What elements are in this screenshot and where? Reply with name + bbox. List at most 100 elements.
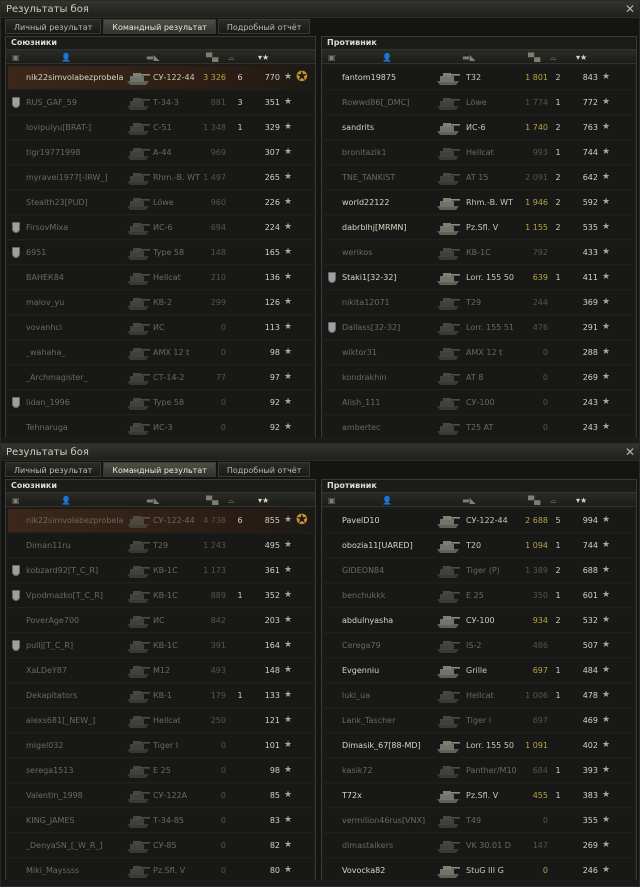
damage-value: 697: [532, 666, 548, 675]
player-row[interactable]: FirsovMixa ИС-6 694 224 ★: [8, 216, 313, 240]
xp-star-icon[interactable]: ▾★: [576, 53, 587, 62]
tab-detailed-report[interactable]: Подробный отчёт: [217, 462, 311, 477]
tank-icon[interactable]: ▬◣: [462, 53, 476, 62]
platoon-icon[interactable]: ▣: [12, 53, 20, 62]
player-icon[interactable]: 👤: [61, 53, 71, 62]
tab-personal-result[interactable]: Личный результат: [5, 19, 102, 34]
tab-team-result[interactable]: Командный результат: [103, 462, 216, 477]
player-row[interactable]: dimastalkers VK 30.01 D 147 269 ★: [324, 834, 634, 858]
close-icon[interactable]: ✕: [625, 445, 635, 459]
tab-team-result[interactable]: Командный результат: [103, 19, 216, 34]
damage-icon[interactable]: ▀▄: [206, 496, 218, 505]
xp-star-icon[interactable]: ▾★: [576, 496, 587, 505]
player-row[interactable]: kasik72 Panther/M10 684 1 393 ★: [324, 759, 634, 783]
player-row[interactable]: obozia11[UARED] T20 1 094 1 744 ★: [324, 534, 634, 558]
player-row[interactable]: luki_ua Hellcat 1 006 1 478 ★: [324, 684, 634, 708]
player-row[interactable]: Dekapitators КВ-1 179 1 133 ★: [8, 684, 313, 708]
tank-icon[interactable]: ▬◣: [462, 496, 476, 505]
frags-icon[interactable]: ⌓: [228, 496, 234, 506]
player-row[interactable]: benchukkk E 25 350 1 601 ★: [324, 584, 634, 608]
player-row[interactable]: _wahaha_ AMX 12 t 0 98 ★: [8, 341, 313, 365]
player-row[interactable]: lovipulyu[BRAT-] С-51 1 348 1 329 ★: [8, 116, 313, 140]
damage-icon[interactable]: ▀▄: [528, 496, 540, 505]
player-row[interactable]: RUS_GAF_59 Т-34-3 881 3 351 ★: [8, 91, 313, 115]
player-row[interactable]: Staki1[32-32] Lorr. 155 50 639 1 411 ★: [324, 266, 634, 290]
player-row[interactable]: pullj[T_C_R] КВ-1С 391 164 ★: [8, 634, 313, 658]
damage-icon[interactable]: ▀▄: [206, 53, 218, 62]
player-row[interactable]: 6951 Type 58 148 165 ★: [8, 241, 313, 265]
player-row[interactable]: bronitazik1 Hellcat 993 1 744 ★: [324, 141, 634, 165]
player-row[interactable]: world22122 Rhm.-B. WT 1 946 2 592 ★: [324, 191, 634, 215]
player-row[interactable]: myravei1977[-IRW_] Rhm.-B. WT 1 497 265 ★: [8, 166, 313, 190]
player-icon[interactable]: 👤: [382, 496, 392, 505]
player-row[interactable]: Alish_111 СУ-100 0 243 ★: [324, 391, 634, 415]
player-row[interactable]: alexs681[_NEW_] Hellcat 250 121 ★: [8, 709, 313, 733]
close-icon[interactable]: ✕: [625, 2, 635, 16]
player-row[interactable]: sandrits ИС-6 1 740 2 763 ★: [324, 116, 634, 140]
player-row[interactable]: tigr19771998 А-44 969 307 ★: [8, 141, 313, 165]
xp-star-icon[interactable]: ▾★: [258, 53, 269, 62]
player-row[interactable]: T72x Pz.Sfl. V 455 1 383 ★: [324, 784, 634, 808]
damage-value: 1 348: [203, 123, 226, 132]
player-row[interactable]: migel032 Tiger I 0 101 ★: [8, 734, 313, 758]
player-row[interactable]: Diman11ru T29 1 243 495 ★: [8, 534, 313, 558]
platoon-icon[interactable]: ▣: [328, 53, 336, 62]
frags-icon[interactable]: ⌓: [228, 53, 234, 63]
player-row[interactable]: _Archmagister_ СТ-14-2 77 97 ★: [8, 366, 313, 390]
xp-star-icon: ★: [284, 740, 293, 750]
xp-star-icon: ★: [602, 815, 611, 825]
player-row[interactable]: PavelD10 СУ-122-44 2 688 5 994 ★: [324, 509, 634, 533]
platoon-icon[interactable]: ▣: [328, 496, 336, 505]
player-icon[interactable]: 👤: [382, 53, 392, 62]
tab-detailed-report[interactable]: Подробный отчёт: [217, 19, 311, 34]
player-row[interactable]: Vpodmazko[T_C_R] КВ-1С 889 1 352 ★: [8, 584, 313, 608]
player-row[interactable]: kobzard92[T_C_R] КВ-1С 1 173 361 ★: [8, 559, 313, 583]
player-row[interactable]: dabrblhj[MRMN] Pz.Sfl. V1 155 2 535 ★: [324, 216, 634, 240]
player-row[interactable]: Dallass[32-32] Lorr. 155 51 476 291 ★: [324, 316, 634, 340]
frags-icon[interactable]: ⌓: [550, 53, 556, 63]
player-row[interactable]: Lank_Tascher Tiger I 697 469 ★: [324, 709, 634, 733]
player-row[interactable]: Evgenniu Grille 697 1 484 ★: [324, 659, 634, 683]
player-row[interactable]: Dimasik_67[88-MD] Lorr. 155 50 1 091 402 ★: [324, 734, 634, 758]
player-row[interactable]: nik22simvolabezprobela.. СУ-122-44 4 738 6 8…: [8, 509, 313, 533]
player-row[interactable]: kondrakhin AT 8 0 269 ★: [324, 366, 634, 390]
xp-value: 98: [269, 348, 280, 357]
player-row[interactable]: nik22simvolabezprobela.. СУ-122-44 3 326 6 7…: [8, 66, 313, 90]
tab-personal-result[interactable]: Личный результат: [5, 462, 102, 477]
player-row[interactable]: vermilion46rus[VNX] T49 0 355 ★: [324, 809, 634, 833]
player-row[interactable]: lidan_1996 Type 58 0 92 ★: [8, 391, 313, 415]
player-row[interactable]: XaLDeY87 M12 493 148 ★: [8, 659, 313, 683]
player-row[interactable]: serega1513 E 25 0 98 ★: [8, 759, 313, 783]
player-row[interactable]: Stealth23[PUD] Löwe 960 226 ★: [8, 191, 313, 215]
frags-icon[interactable]: ⌓: [550, 496, 556, 506]
xp-star-icon[interactable]: ▾★: [258, 496, 269, 505]
tank-icon[interactable]: ▬◣: [146, 53, 160, 62]
player-row[interactable]: wiktor31 AMX 12 t 0 288 ★: [324, 341, 634, 365]
title-bar[interactable]: Результаты боя ✕: [1, 444, 639, 461]
player-row[interactable]: Valentin_1998 СУ-122А 0 85 ★: [8, 784, 313, 808]
title-bar[interactable]: Результаты боя ✕: [1, 1, 639, 18]
player-row[interactable]: vovanhci ИС 0 113 ★: [8, 316, 313, 340]
player-row[interactable]: Cerega79 IS-2 486 507 ★: [324, 634, 634, 658]
xp-value: 246: [582, 866, 598, 875]
xp-value: 224: [264, 223, 280, 232]
player-row[interactable]: malov_yu КВ-2 299 126 ★: [8, 291, 313, 315]
player-row[interactable]: abdulnyasha СУ-100 934 2 532 ★: [324, 609, 634, 633]
player-row[interactable]: GIDEON84 Tiger (P) 1 389 2 688 ★: [324, 559, 634, 583]
player-row[interactable]: werikos КВ-1С 792 433 ★: [324, 241, 634, 265]
player-row[interactable]: KING_JAMES Т-34-85 0 83 ★: [8, 809, 313, 833]
xp-value: 98: [269, 766, 280, 775]
damage-icon[interactable]: ▀▄: [528, 53, 540, 62]
tank-icon[interactable]: ▬◣: [146, 496, 160, 505]
player-row[interactable]: fantom19875 T32 1 801 2 843 ★: [324, 66, 634, 90]
xp-star-icon: ★: [284, 122, 293, 132]
player-icon[interactable]: 👤: [61, 496, 71, 505]
player-row[interactable]: _DenyaSN_[_W_R_] СУ-85 0 82 ★: [8, 834, 313, 858]
player-row[interactable]: TNE_TANKIST AT 15 2 091 2 642 ★: [324, 166, 634, 190]
platoon-icon[interactable]: ▣: [12, 496, 20, 505]
player-row[interactable]: Rowwd86[_DMC] Löwe 1 774 1 772 ★: [324, 91, 634, 115]
player-row[interactable]: nikita12071 T29 244 369 ★: [324, 291, 634, 315]
player-row[interactable]: ВАНЕК84 Hellcat 210 136 ★: [8, 266, 313, 290]
player-row[interactable]: PoverAge700 ИС 842 203 ★: [8, 609, 313, 633]
platoon-medal-icon: [12, 565, 20, 576]
